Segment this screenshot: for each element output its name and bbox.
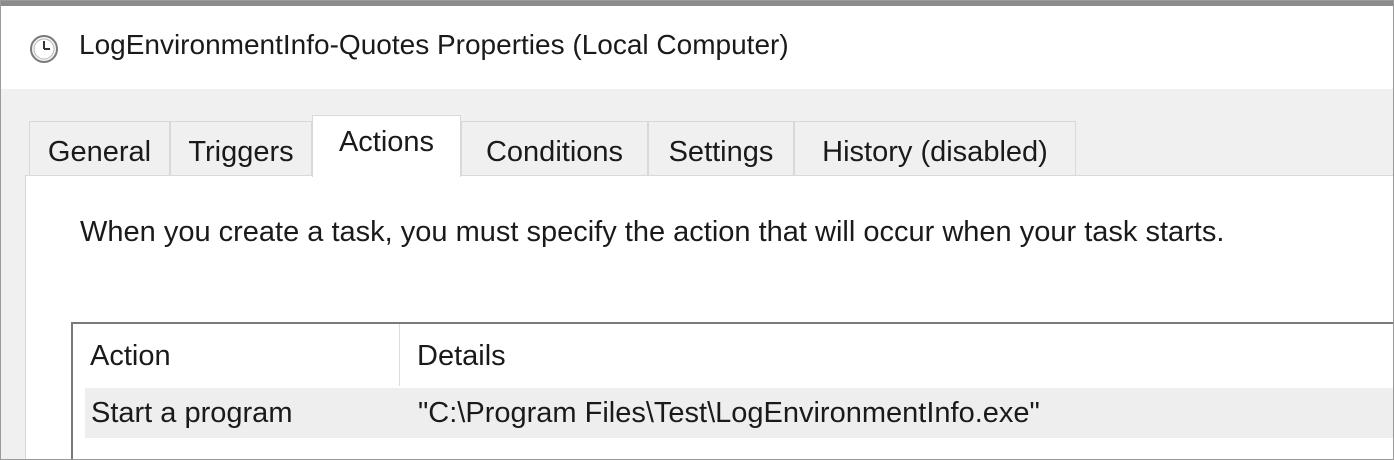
title-bar-border xyxy=(1,1,1393,6)
title-bar: LogEnvironmentInfo-Quotes Properties (Lo… xyxy=(1,1,1393,89)
tab-strip: General Triggers Actions Conditions Sett… xyxy=(29,115,1393,177)
tab-triggers[interactable]: Triggers xyxy=(170,121,312,176)
tab-history[interactable]: History (disabled) xyxy=(794,121,1076,176)
row-action-cell: Start a program xyxy=(91,397,293,429)
window-title: LogEnvironmentInfo-Quotes Properties (Lo… xyxy=(79,29,789,60)
column-separator[interactable] xyxy=(399,324,400,386)
properties-dialog: LogEnvironmentInfo-Quotes Properties (Lo… xyxy=(0,0,1394,460)
row-details-cell: "C:\Program Files\Test\LogEnvironmentInf… xyxy=(418,397,1040,429)
actions-panel: When you create a task, you must specify… xyxy=(25,175,1393,459)
column-header-action[interactable]: Action xyxy=(90,340,171,373)
tab-conditions[interactable]: Conditions xyxy=(461,121,648,176)
actions-description: When you create a task, you must specify… xyxy=(80,216,1225,248)
tab-actions[interactable]: Actions xyxy=(312,115,461,177)
table-row[interactable]: Start a program "C:\Program Files\Test\L… xyxy=(85,388,1393,438)
tab-general[interactable]: General xyxy=(29,121,170,176)
list-header: Action Details xyxy=(73,324,1393,386)
tab-settings[interactable]: Settings xyxy=(648,121,794,176)
actions-list[interactable]: Action Details Start a program "C:\Progr… xyxy=(71,322,1393,459)
column-header-details[interactable]: Details xyxy=(417,340,506,373)
clock-icon xyxy=(30,35,58,63)
